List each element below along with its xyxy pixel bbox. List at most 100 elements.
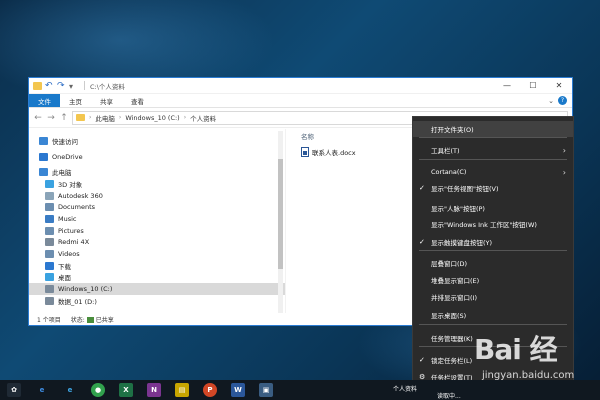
help-icon[interactable]: ? [558,96,567,105]
menu-item[interactable]: 并排显示窗口(I) [413,289,573,305]
properties-icon[interactable]: ↷ [57,81,66,90]
menu-separator [419,346,567,347]
nav-item[interactable]: Videos [29,248,285,260]
star-icon [39,136,48,145]
menu-item-label: 显示桌面(S) [431,312,467,320]
menu-item-label: Cortana(C) [431,168,467,176]
nav-item[interactable]: Documents [29,201,285,213]
maximize-button[interactable]: ☐ [520,78,546,94]
menu-item-label: 堆叠显示窗口(E) [431,277,480,285]
onenote-icon[interactable]: N [147,383,161,397]
close-button[interactable]: ✕ [546,78,572,94]
nav-item[interactable]: 快速访问 [29,135,285,147]
desktop-icon [45,273,54,282]
file-explorer-icon[interactable]: ▤ [175,383,189,397]
back-button[interactable]: ← [33,113,43,123]
nav-item[interactable]: 数据_01 (D:) [29,295,285,307]
undo-icon[interactable]: ↶ [45,81,54,90]
menu-item-label: 锁定任务栏(L) [431,357,473,365]
menu-item[interactable]: 打开文件夹(O) [413,121,573,137]
breadcrumb-drive-c[interactable]: Windows_10 (C:) [125,114,179,122]
photos-icon[interactable]: ▣ [259,383,273,397]
word-doc-icon [301,147,309,157]
chevron-right-icon: › [183,114,187,121]
nav-item[interactable]: OneDrive [29,151,285,163]
title-bar: ↶ ↷ ▾ C:\个人资料 — ☐ ✕ [29,78,572,94]
nav-item-label: Pictures [58,226,84,235]
taskbar-window-label[interactable]: 个人资料 [393,384,417,393]
menu-item[interactable]: 显示桌面(S) [413,307,573,323]
column-header-name[interactable]: 名称 [301,131,314,141]
chevron-right-icon: › [118,114,122,121]
expand-ribbon-icon[interactable]: ⌄ [548,97,554,105]
nav-scrollbar-thumb[interactable] [278,159,283,269]
tab-view[interactable]: 查看 [122,94,153,107]
taskbar: ✿ e e ● X N ▤ P W ▣ 个人资料 读取中... [0,380,600,400]
nav-item[interactable]: 桌面 [29,272,285,284]
nav-item-label: 此电脑 [52,169,72,178]
menu-separator [419,324,567,325]
nav-item[interactable]: 此电脑 [29,166,285,178]
ie-icon[interactable]: e [63,383,77,397]
word-icon[interactable]: W [231,383,245,397]
tab-file[interactable]: 文件 [29,94,60,107]
nav-item-label: 3D 对象 [58,180,83,189]
disk-icon [45,285,54,294]
forward-button[interactable]: → [46,113,56,123]
nav-item-label: 数据_01 (D:) [58,297,97,306]
nav-item-label: 快速访问 [52,137,78,146]
quick-access-dropdown-icon[interactable]: ▾ [69,82,78,91]
window-title: C:\个人资料 [90,82,125,91]
breadcrumb-folder[interactable]: 个人资料 [190,113,216,123]
menu-item-label: 打开文件夹(O) [431,126,474,134]
nav-item[interactable]: 3D 对象 [29,178,285,190]
nav-item-label: Autodesk 360 [58,191,103,200]
tab-home[interactable]: 主页 [60,94,91,107]
menu-item[interactable]: ✓ 显示触摸键盘按钮(Y) [413,234,573,250]
folder-icon [76,114,85,121]
menu-item[interactable]: ✓ 锁定任务栏(L) [413,352,573,368]
checkmark-icon: ✓ [419,356,425,364]
video-icon [45,250,54,259]
minimize-button[interactable]: — [494,78,520,94]
tab-share[interactable]: 共享 [91,94,122,107]
folder-icon [33,81,42,90]
chevron-right-icon: › [89,114,92,121]
menu-item[interactable]: 工具栏(T) › [413,142,573,158]
disk-icon [45,296,54,305]
menu-item[interactable]: 堆叠显示窗口(E) [413,272,573,288]
breadcrumb-this-pc[interactable]: 此电脑 [95,113,115,123]
menu-item[interactable]: ✓ 显示"任务视图"按钮(V) [413,180,573,196]
chevron-right-icon: › [562,145,566,155]
nav-item[interactable]: Windows_10 (C:) [29,283,285,295]
nav-scrollbar[interactable] [278,131,283,313]
navigation-pane: 快速访问 OneDrive 此电脑 3D 对象 Autodesk 360 Document… [29,129,285,313]
pictures-icon [45,226,54,235]
edge-icon[interactable]: e [35,383,49,397]
menu-item[interactable]: 显示"Windows Ink 工作区"按钮(W) [413,216,573,232]
menu-separator [419,250,567,251]
menu-item[interactable]: Cortana(C) › [413,164,573,180]
file-item[interactable]: 联系人表.docx [301,147,356,157]
nav-item-label: Documents [58,203,96,212]
nav-item[interactable]: Autodesk 360 [29,190,285,202]
up-button[interactable]: ↑ [59,113,69,123]
menu-item[interactable]: 显示"人脉"按钮(P) [413,200,573,216]
menu-item[interactable]: 任务管理器(K) [413,330,573,346]
menu-item[interactable]: 层叠窗口(D) [413,255,573,271]
menu-item-label: 显示"任务视图"按钮(V) [431,185,499,193]
nav-list: 快速访问 OneDrive 此电脑 3D 对象 Autodesk 360 Document… [29,135,285,307]
menu-item-label: 显示"人脉"按钮(P) [431,205,485,213]
checkmark-icon: ✓ [419,184,425,192]
ribbon-right: ⌄ ? [548,94,572,107]
nav-item[interactable]: Redmi 4X [29,237,285,249]
nav-item[interactable]: 下载 [29,260,285,272]
nav-item[interactable]: Music [29,213,285,225]
360-icon[interactable]: ● [91,383,105,397]
start-icon[interactable]: ✿ [7,383,21,397]
excel-icon[interactable]: X [119,383,133,397]
window-controls: — ☐ ✕ [494,78,572,94]
powerpoint-icon[interactable]: P [203,383,217,397]
computer-icon [39,168,48,177]
nav-item[interactable]: Pictures [29,225,285,237]
